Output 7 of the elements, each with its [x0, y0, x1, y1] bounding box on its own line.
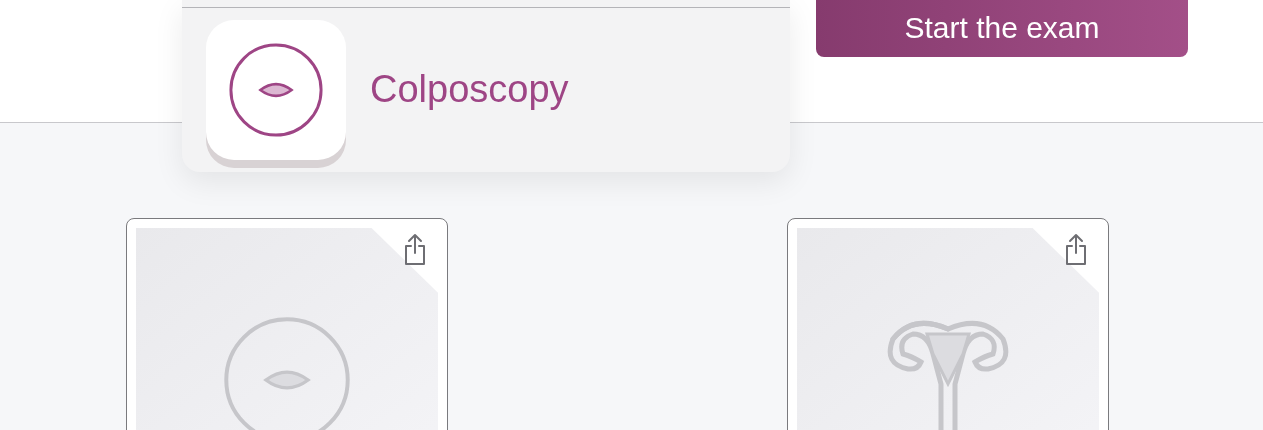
share-icon[interactable] [403, 233, 427, 267]
start-exam-button[interactable]: Start the exam [816, 0, 1188, 57]
menu-item[interactable]: Colposcopy [182, 8, 790, 160]
menu-item-label: Colposcopy [370, 66, 569, 112]
share-icon[interactable] [1064, 233, 1088, 267]
cervix-icon [227, 41, 325, 139]
cervix-icon [221, 314, 353, 430]
